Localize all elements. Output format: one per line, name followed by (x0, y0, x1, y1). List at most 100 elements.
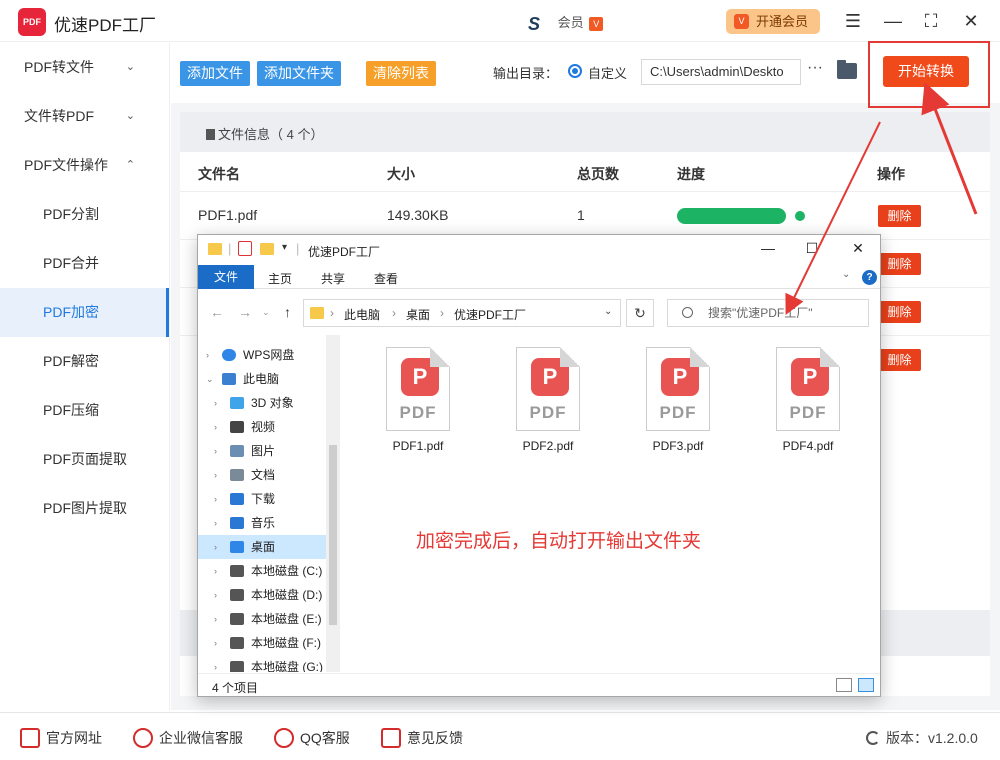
custom-output-radio[interactable] (568, 64, 582, 78)
nav-item[interactable]: › WPS网盘 (198, 343, 326, 367)
nav-item[interactable]: › 本地磁盘 (G:) (198, 655, 326, 672)
delete-button[interactable]: 删除 (878, 205, 921, 227)
add-file-button[interactable]: 添加文件 (180, 61, 250, 86)
ribbon-tab-share[interactable]: 共享 (321, 270, 345, 287)
nav-scrollbar-thumb[interactable] (329, 445, 337, 625)
chevron-down-icon[interactable]: ⌄ (604, 306, 612, 317)
recent-locations-icon[interactable]: ⌄ (262, 307, 270, 318)
address-bar[interactable]: › 此电脑 › 桌面 › 优速PDF工厂 ⌄ (303, 299, 621, 327)
drive-icon (230, 613, 244, 625)
folder-icon (310, 307, 324, 319)
chevron-down-icon: ⌄ (125, 61, 135, 73)
forward-icon[interactable]: → (238, 304, 252, 320)
delete-button[interactable]: 删除 (878, 253, 921, 275)
sidebar-item-pdf-merge[interactable]: PDF合并 (0, 239, 169, 288)
close-icon[interactable]: ✕ (960, 10, 982, 32)
expand-ribbon-icon[interactable]: ⌄ (842, 269, 850, 280)
output-path-field[interactable]: C:\Users\admin\Deskto (641, 59, 801, 85)
sidebar-item-pdf-decrypt[interactable]: PDF解密 (0, 337, 169, 386)
minimize-icon[interactable]: — (882, 10, 904, 32)
nav-item[interactable]: › 3D 对象 (198, 391, 326, 415)
expand-chevron-icon[interactable]: › (214, 631, 217, 655)
open-folder-icon[interactable] (837, 60, 857, 79)
details-view-icon[interactable] (836, 678, 852, 692)
qq-service-link[interactable]: QQ客服 (274, 728, 350, 748)
close-icon[interactable]: ✕ (848, 240, 868, 257)
feedback-link[interactable]: 意见反馈 (381, 728, 463, 748)
expand-chevron-icon[interactable]: › (214, 655, 217, 672)
expand-chevron-icon[interactable]: › (214, 559, 217, 583)
expand-chevron-icon[interactable]: › (214, 511, 217, 535)
nav-item[interactable]: › 音乐 (198, 511, 326, 535)
account-area[interactable]: S 会员 V (528, 12, 604, 34)
ribbon-tab-view[interactable]: 查看 (374, 270, 398, 287)
nav-item[interactable]: › 文档 (198, 463, 326, 487)
refresh-button[interactable]: ↻ (626, 299, 654, 327)
nav-item[interactable]: › 本地磁盘 (C:) (198, 559, 326, 583)
customize-toolbar-icon[interactable]: ▾ (282, 242, 287, 253)
official-site-link[interactable]: 官方网址 (20, 728, 102, 748)
maximize-icon[interactable]: ☐ (802, 240, 822, 257)
sidebar-item-pdf-split[interactable]: PDF分割 (0, 190, 169, 239)
breadcrumb-desktop[interactable]: 桌面 (406, 306, 430, 323)
menu-icon[interactable]: ☰ (842, 10, 864, 32)
minimize-icon[interactable]: — (758, 240, 778, 256)
search-icon (682, 307, 693, 318)
file-tile[interactable]: P PDF PDF1.pdf (364, 347, 460, 457)
open-vip-button[interactable]: V 开通会员 (726, 9, 820, 34)
breadcrumb-this-pc[interactable]: 此电脑 (344, 306, 380, 323)
nav-item[interactable]: › 桌面 (198, 535, 326, 559)
delete-button[interactable]: 删除 (878, 349, 921, 371)
drive-icon (230, 661, 244, 672)
nav-item[interactable]: › 图片 (198, 439, 326, 463)
maximize-icon[interactable]: ⛶ (920, 10, 942, 32)
sidebar-item-pdf-operations[interactable]: PDF文件操作 ⌃ (0, 141, 169, 190)
new-folder-icon[interactable] (260, 243, 274, 255)
nav-item[interactable]: › 本地磁盘 (D:) (198, 583, 326, 607)
expand-chevron-icon[interactable]: › (214, 391, 217, 415)
add-folder-button[interactable]: 添加文件夹 (257, 61, 341, 86)
sidebar-item-pdf-image-extract[interactable]: PDF图片提取 (0, 484, 169, 533)
sidebar-item-pdf-compress[interactable]: PDF压缩 (0, 386, 169, 435)
nav-item[interactable]: › 本地磁盘 (E:) (198, 607, 326, 631)
expand-chevron-icon[interactable]: › (214, 535, 217, 559)
sidebar-item-file-to-pdf[interactable]: 文件转PDF ⌄ (0, 92, 169, 141)
back-icon[interactable]: ← (210, 304, 224, 320)
expand-chevron-icon[interactable]: › (214, 415, 217, 439)
nav-item-label: 下载 (251, 492, 276, 506)
large-icons-view-icon[interactable] (858, 678, 874, 692)
pdf-icon-text: PDF (399, 403, 437, 422)
sidebar-item-pdf-encrypt[interactable]: PDF加密 (0, 288, 169, 337)
vip-badge-icon: V (589, 16, 604, 31)
ribbon-tab-file[interactable]: 文件 (198, 265, 254, 289)
nav-item[interactable]: ⌄ 此电脑 (198, 367, 326, 391)
nav-item[interactable]: › 本地磁盘 (F:) (198, 631, 326, 655)
expand-chevron-icon[interactable]: › (214, 439, 217, 463)
file-tile[interactable]: P PDF PDF2.pdf (494, 347, 590, 457)
expand-chevron-icon[interactable]: › (214, 463, 217, 487)
file-tile[interactable]: P PDF PDF3.pdf (624, 347, 720, 457)
file-tile[interactable]: P PDF PDF4.pdf (754, 347, 850, 457)
sidebar-item-pdf-page-extract[interactable]: PDF页面提取 (0, 435, 169, 484)
check-icon (795, 211, 805, 221)
progress-bar (677, 208, 786, 224)
wechat-service-link[interactable]: 企业微信客服 (133, 728, 243, 748)
clear-list-button[interactable]: 清除列表 (366, 61, 436, 86)
properties-icon[interactable] (238, 241, 252, 256)
nav-item[interactable]: › 视频 (198, 415, 326, 439)
more-options-icon[interactable]: ··· (807, 59, 823, 77)
breadcrumb-folder[interactable]: 优速PDF工厂 (454, 306, 526, 323)
expand-chevron-icon[interactable]: › (214, 583, 217, 607)
nav-item[interactable]: › 下载 (198, 487, 326, 511)
expand-chevron-icon[interactable]: › (206, 343, 209, 367)
search-input[interactable]: 搜索"优速PDF工厂" (667, 299, 869, 327)
delete-button[interactable]: 删除 (878, 301, 921, 323)
help-icon[interactable]: ? (862, 270, 877, 285)
up-icon[interactable]: ↑ (284, 304, 291, 320)
expand-chevron-icon[interactable]: ⌄ (206, 367, 214, 391)
ribbon-tab-home[interactable]: 主页 (268, 270, 292, 287)
expand-chevron-icon[interactable]: › (214, 607, 217, 631)
version-info[interactable]: 版本：v1.2.0.0 (866, 728, 978, 748)
expand-chevron-icon[interactable]: › (214, 487, 217, 511)
sidebar-item-pdf-to-file[interactable]: PDF转文件 ⌄ (0, 43, 169, 92)
